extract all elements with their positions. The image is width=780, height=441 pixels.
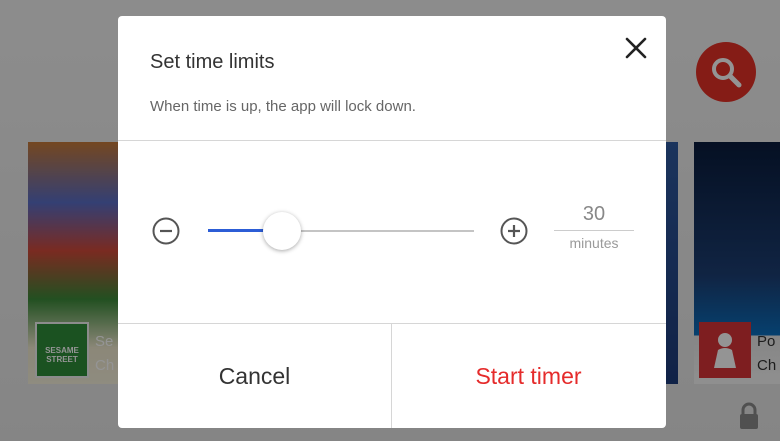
value-divider	[554, 230, 634, 231]
start-timer-button[interactable]: Start timer	[392, 324, 665, 428]
dialog-title: Set time limits	[150, 51, 275, 73]
time-value-display: 30 minutes	[554, 201, 634, 251]
decrease-time-button[interactable]	[150, 215, 182, 247]
time-limit-slider[interactable]	[208, 211, 474, 251]
cancel-button[interactable]: Cancel	[118, 324, 392, 428]
dialog-subtitle: When time is up, the app will lock down.	[150, 98, 416, 115]
increase-time-button[interactable]	[498, 215, 530, 247]
time-value: 30	[582, 203, 606, 225]
close-icon	[625, 37, 647, 59]
plus-circle-icon	[500, 217, 528, 245]
dialog-body: 30 minutes	[118, 141, 666, 323]
minus-circle-icon	[152, 217, 180, 245]
time-limit-dialog: Set time limits When time is up, the app…	[118, 16, 666, 428]
close-button[interactable]	[618, 30, 654, 66]
dialog-header: Set time limits When time is up, the app…	[118, 16, 666, 141]
dialog-footer: Cancel Start timer	[118, 323, 666, 428]
slider-thumb[interactable]	[263, 212, 301, 250]
time-unit: minutes	[569, 235, 619, 251]
